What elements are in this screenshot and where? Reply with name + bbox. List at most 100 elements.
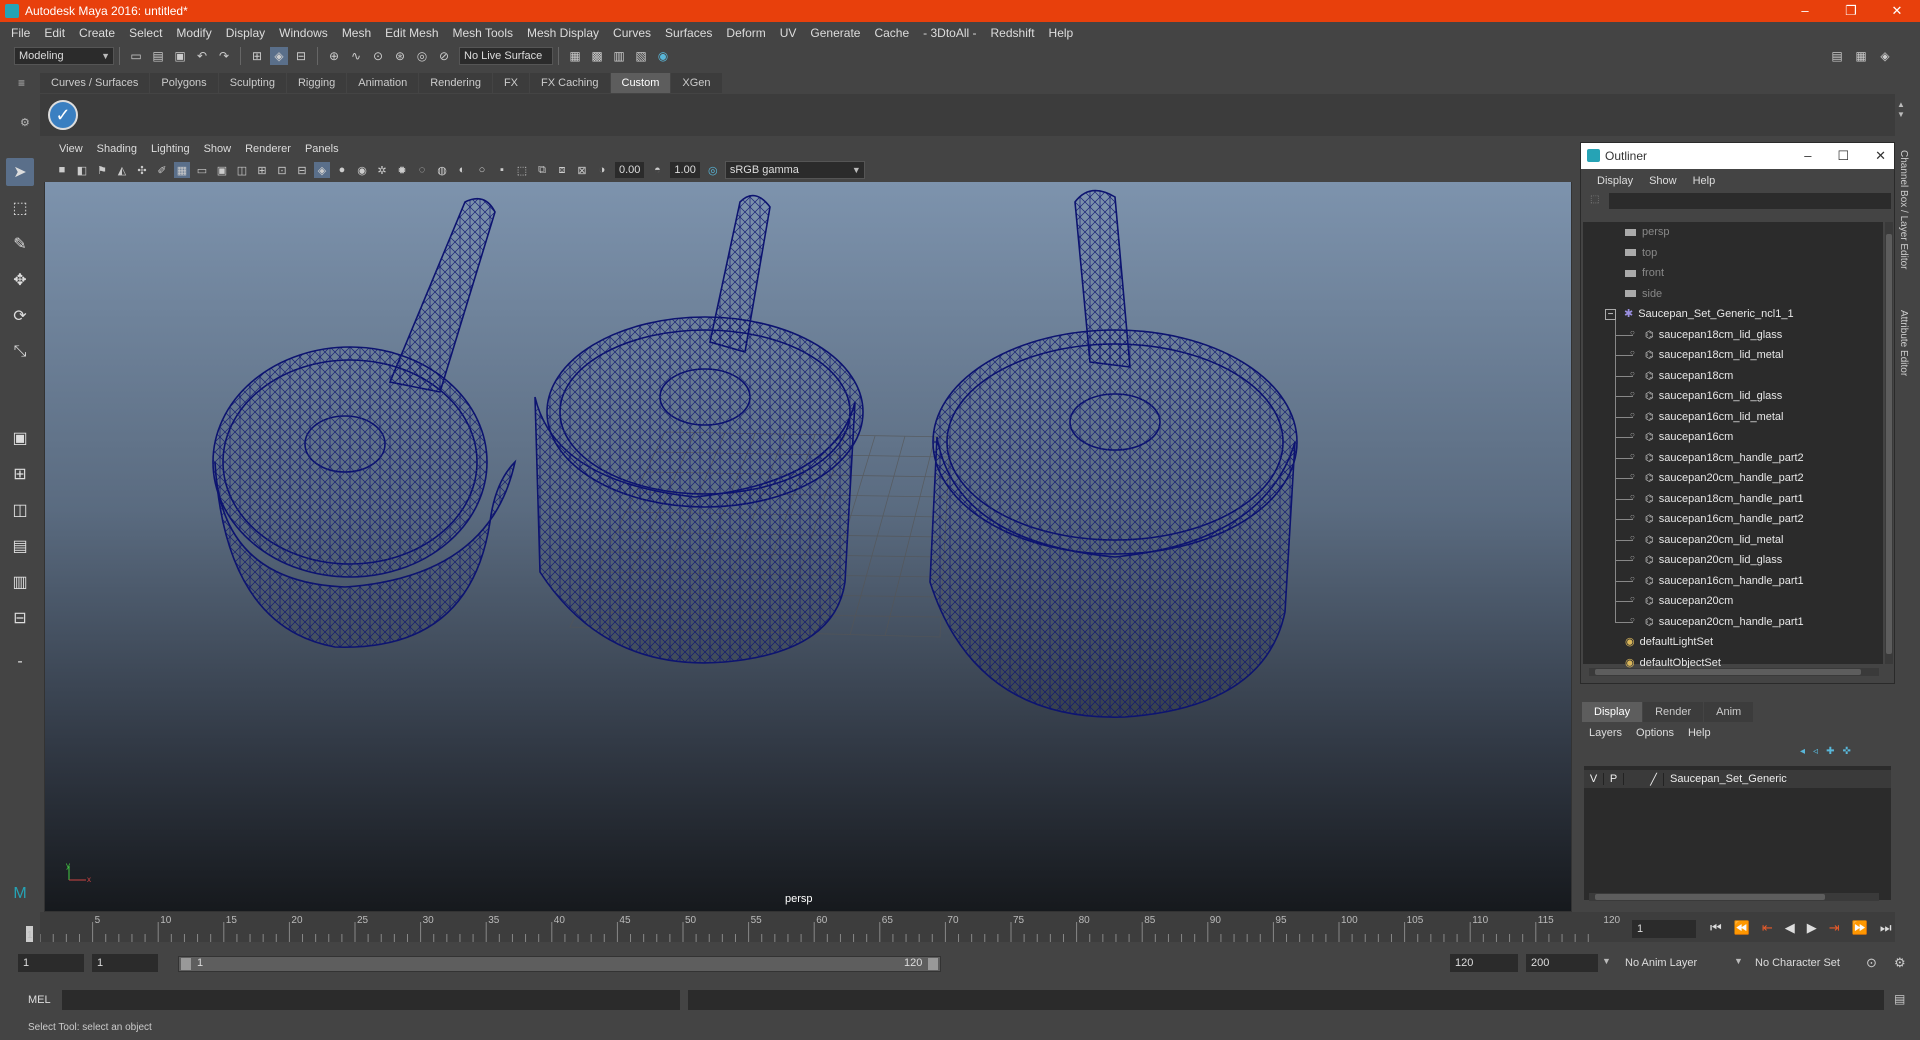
wireframe-icon[interactable]: ◈ xyxy=(314,162,330,178)
play-forwards-icon[interactable]: ▶ xyxy=(1807,920,1817,936)
outliner-vertical-scrollbar[interactable] xyxy=(1885,222,1893,664)
outliner-mesh-item[interactable]: ⌬ saucepan20cm_lid_metal xyxy=(1645,530,1783,550)
step-back-frame-icon[interactable]: ⇤ xyxy=(1762,920,1773,936)
shelf-scroll-icon[interactable]: ▲ ▼ xyxy=(1897,100,1905,120)
menu-mesh[interactable]: Mesh xyxy=(335,26,378,40)
layer-row[interactable]: V P ╱ Saucepan_Set_Generic xyxy=(1584,770,1891,788)
outliner-minimize-button[interactable]: – xyxy=(1804,148,1811,164)
snap-view-icon[interactable]: ⊛ xyxy=(391,47,409,65)
range-slider-start-handle[interactable] xyxy=(181,958,191,970)
menu-uv[interactable]: UV xyxy=(773,26,804,40)
open-scene-icon[interactable]: ▤ xyxy=(149,47,167,65)
menu-cache[interactable]: Cache xyxy=(867,26,916,40)
shelf-tab-animation[interactable]: Animation xyxy=(347,73,419,93)
outliner-camera-item[interactable]: top xyxy=(1625,243,1657,263)
ipr-render-icon[interactable]: ▧ xyxy=(632,47,650,65)
layer-menu-options[interactable]: Options xyxy=(1629,724,1681,742)
outliner-mesh-item[interactable]: ⌬ saucepan16cm xyxy=(1645,427,1733,447)
playback-end-field[interactable]: 120 xyxy=(1450,954,1518,972)
outliner-layout-icon[interactable]: ▤ xyxy=(6,532,34,560)
isolate-select-icon[interactable]: ⬚ xyxy=(514,162,530,178)
outliner-mesh-item[interactable]: ⌬ saucepan16cm_handle_part2 xyxy=(1645,509,1804,529)
menu-display[interactable]: Display xyxy=(219,26,272,40)
render-view-icon[interactable]: ▩ xyxy=(588,47,606,65)
menu-deform[interactable]: Deform xyxy=(719,26,772,40)
shelf-tab-rendering[interactable]: Rendering xyxy=(419,73,492,93)
shelf-tab-fx[interactable]: FX xyxy=(492,73,530,93)
layer-tab-anim[interactable]: Anim xyxy=(1704,702,1754,722)
mode-selector[interactable]: Modeling ▼ xyxy=(14,47,114,65)
shelf-tab-custom[interactable]: Custom xyxy=(610,73,671,93)
field-chart-icon[interactable]: ⊞ xyxy=(254,162,270,178)
maximize-button[interactable]: ❐ xyxy=(1828,0,1874,22)
paint-select-tool-icon[interactable]: ✎ xyxy=(6,230,34,258)
shelf-menu-icon[interactable]: ≡ xyxy=(18,76,25,90)
anim-layer-field[interactable]: No Anim Layer xyxy=(1620,954,1730,972)
outliner-horizontal-scrollbar[interactable] xyxy=(1589,668,1879,676)
new-layer-icon[interactable]: ✚ xyxy=(1826,746,1834,757)
render-settings-icon[interactable]: ▦ xyxy=(566,47,584,65)
smooth-shade-icon[interactable]: ● xyxy=(334,162,350,178)
step-back-key-icon[interactable]: ⏪ xyxy=(1734,920,1750,936)
character-set-field[interactable]: No Character Set xyxy=(1750,954,1866,972)
character-set-dropdown-arrow[interactable]: ▼ xyxy=(1734,956,1743,966)
command-input[interactable] xyxy=(62,990,680,1010)
wireframe-on-shaded-icon[interactable]: ◉ xyxy=(354,162,370,178)
four-pane-layout-icon[interactable]: ⊞ xyxy=(6,460,34,488)
move-layer-up-icon[interactable]: ◂ xyxy=(1800,746,1805,757)
xray-icon[interactable]: ⧉ xyxy=(534,162,550,178)
viewport-menu-show[interactable]: Show xyxy=(197,143,239,155)
layer-tab-render[interactable]: Render xyxy=(1643,702,1704,722)
two-d-pan-icon[interactable]: ✣ xyxy=(134,162,150,178)
outliner-mesh-item[interactable]: ⌬ saucepan16cm_lid_glass xyxy=(1645,386,1782,406)
snap-curve-icon[interactable]: ∿ xyxy=(347,47,365,65)
motion-blur-icon[interactable]: ◐ xyxy=(454,162,470,178)
channel-box-tab[interactable]: Channel Box / Layer Editor xyxy=(1898,150,1909,270)
depth-of-field-icon[interactable]: ▪ xyxy=(494,162,510,178)
animation-preferences-icon[interactable]: ⚙ xyxy=(1894,955,1906,971)
snap-grid-icon[interactable]: ⊕ xyxy=(325,47,343,65)
step-forward-key-icon[interactable]: ⏩ xyxy=(1852,920,1868,936)
menu-redshift[interactable]: Redshift xyxy=(984,26,1042,40)
xray-components-icon[interactable]: ⊠ xyxy=(574,162,590,178)
gate-mask-icon[interactable]: ◫ xyxy=(234,162,250,178)
outliner-mesh-item[interactable]: ⌬ saucepan18cm_lid_glass xyxy=(1645,325,1782,345)
outliner-mesh-item[interactable]: ⌬ saucepan18cm_handle_part1 xyxy=(1645,489,1804,509)
menu-select[interactable]: Select xyxy=(122,26,169,40)
grease-pencil-icon[interactable]: ✐ xyxy=(154,162,170,178)
shelf-tab-polygons[interactable]: Polygons xyxy=(150,73,218,93)
menu-3dtoall[interactable]: - 3DtoAll - xyxy=(916,26,983,40)
select-component-icon[interactable]: ⊟ xyxy=(292,47,310,65)
shelf-tab-sculpting[interactable]: Sculpting xyxy=(218,73,286,93)
hypershade-icon[interactable]: ◉ xyxy=(654,47,672,65)
menu-modify[interactable]: Modify xyxy=(169,26,218,40)
layer-color-swatch[interactable]: ╱ xyxy=(1644,772,1664,786)
menu-curves[interactable]: Curves xyxy=(606,26,658,40)
anim-layer-dropdown-arrow[interactable]: ▼ xyxy=(1602,956,1611,966)
film-gate-icon[interactable]: ▭ xyxy=(194,162,210,178)
outliner-menu-help[interactable]: Help xyxy=(1685,175,1724,187)
outliner-camera-item[interactable]: front xyxy=(1625,263,1664,283)
shadows-icon[interactable]: ◌ xyxy=(414,162,430,178)
outliner-mesh-item[interactable]: ⌬ saucepan16cm_lid_metal xyxy=(1645,407,1783,427)
shelf-tab-rigging[interactable]: Rigging xyxy=(286,73,347,93)
animation-end-field[interactable]: 200 xyxy=(1526,954,1598,972)
safe-action-icon[interactable]: ⊡ xyxy=(274,162,290,178)
new-scene-icon[interactable]: ▭ xyxy=(127,47,145,65)
xray-joints-icon[interactable]: ⧈ xyxy=(554,162,570,178)
minimize-button[interactable]: – xyxy=(1782,0,1828,22)
exposure-field[interactable]: 0.00 xyxy=(615,162,645,178)
move-tool-icon[interactable]: ✥ xyxy=(6,266,34,294)
new-layer-from-selected-icon[interactable]: ✜ xyxy=(1842,746,1850,757)
viewport-menu-renderer[interactable]: Renderer xyxy=(238,143,298,155)
color-management-icon[interactable]: ◎ xyxy=(705,162,721,178)
save-scene-icon[interactable]: ▣ xyxy=(171,47,189,65)
camera-select-icon[interactable]: ■ xyxy=(54,162,70,178)
outliner-mesh-item[interactable]: ⌬ saucepan20cm_handle_part1 xyxy=(1645,612,1804,632)
menu-help[interactable]: Help xyxy=(1042,26,1081,40)
outliner-camera-item[interactable]: persp xyxy=(1625,222,1670,242)
gamma-field[interactable]: 1.00 xyxy=(670,162,700,178)
live-surface-field[interactable]: No Live Surface xyxy=(459,47,553,65)
graph-layout-icon[interactable]: ▥ xyxy=(6,568,34,596)
attribute-editor-tab[interactable]: Attribute Editor xyxy=(1898,310,1909,376)
